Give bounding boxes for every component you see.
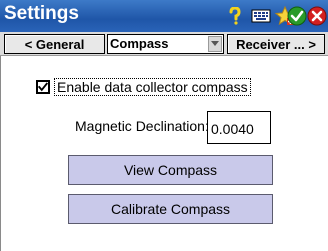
title-bar: Settings <box>0 0 328 32</box>
current-page-label: Compass <box>110 36 169 51</box>
magnetic-declination-input[interactable]: 0.0040 <box>207 111 271 144</box>
previous-page-button[interactable]: < General <box>4 34 105 54</box>
help-icon[interactable] <box>224 6 246 26</box>
page-navigation: < General Compass Receiver ... > <box>0 32 328 56</box>
dropdown-arrow-icon[interactable] <box>208 36 222 52</box>
content-border <box>0 56 1 251</box>
accept-check-icon[interactable] <box>286 6 308 26</box>
close-x-icon[interactable] <box>306 6 328 26</box>
next-page-button[interactable]: Receiver ... > <box>227 34 325 54</box>
checkmark-icon <box>38 82 48 92</box>
calibrate-compass-button[interactable]: Calibrate Compass <box>68 194 273 224</box>
view-compass-button[interactable]: View Compass <box>68 155 273 185</box>
magnetic-declination-label: Magnetic Declination: <box>75 118 209 134</box>
enable-compass-label[interactable]: Enable data collector compass <box>54 78 251 96</box>
keyboard-icon[interactable] <box>250 6 272 26</box>
page-selector[interactable]: Compass <box>107 34 224 54</box>
window-title: Settings <box>4 3 79 24</box>
enable-compass-checkbox[interactable] <box>36 80 50 94</box>
